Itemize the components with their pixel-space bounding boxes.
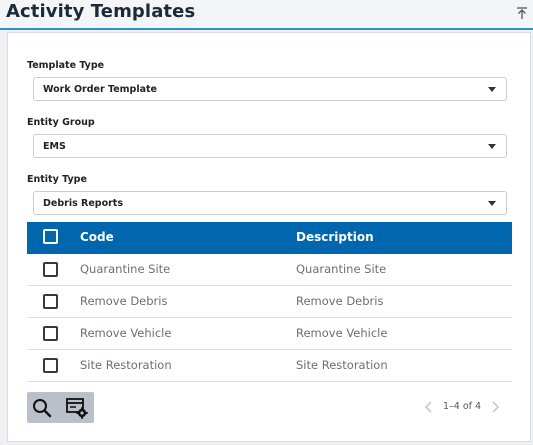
row-description: Remove Debris <box>296 294 384 308</box>
row-checkbox[interactable] <box>43 294 58 309</box>
entity-group-label: Entity Group <box>27 117 95 128</box>
chevron-right-icon[interactable] <box>489 400 501 414</box>
chevron-down-icon <box>488 144 496 149</box>
table-row[interactable]: Remove Debris Remove Debris <box>27 286 512 318</box>
row-code: Site Restoration <box>80 358 172 372</box>
entity-type-label: Entity Type <box>27 174 87 185</box>
row-checkbox[interactable] <box>43 358 58 373</box>
row-code: Remove Debris <box>80 294 168 308</box>
table-header: Code Description <box>27 222 512 254</box>
entity-type-select[interactable]: Debris Reports <box>33 191 507 215</box>
table-row[interactable]: Quarantine Site Quarantine Site <box>27 254 512 286</box>
table-row[interactable]: Remove Vehicle Remove Vehicle <box>27 318 512 350</box>
template-type-value: Work Order Template <box>43 84 157 95</box>
entity-group-select[interactable]: EMS <box>33 134 507 158</box>
entity-type-value: Debris Reports <box>43 198 123 209</box>
header-bar: Activity Templates <box>0 0 533 30</box>
row-code: Remove Vehicle <box>80 326 172 340</box>
row-description: Site Restoration <box>296 358 388 372</box>
entity-group-value: EMS <box>43 141 66 152</box>
collapse-up-icon[interactable] <box>515 6 529 20</box>
chevron-down-icon <box>488 201 496 206</box>
page-title: Activity Templates <box>6 1 196 22</box>
row-description: Quarantine Site <box>296 262 387 276</box>
pager-text: 1–4 of 4 <box>443 401 482 412</box>
table-row[interactable]: Site Restoration Site Restoration <box>27 350 512 382</box>
column-header-code[interactable]: Code <box>80 230 114 244</box>
template-type-select[interactable]: Work Order Template <box>33 77 507 101</box>
chevron-down-icon <box>488 87 496 92</box>
row-description: Remove Vehicle <box>296 326 388 340</box>
table-settings-icon[interactable] <box>64 395 90 421</box>
column-header-description[interactable]: Description <box>296 230 374 244</box>
table-toolbar <box>27 392 94 423</box>
row-code: Quarantine Site <box>80 262 171 276</box>
select-all-checkbox[interactable] <box>43 229 58 244</box>
search-icon[interactable] <box>29 395 55 421</box>
row-checkbox[interactable] <box>43 262 58 277</box>
chevron-left-icon[interactable] <box>423 400 435 414</box>
row-checkbox[interactable] <box>43 326 58 341</box>
template-type-label: Template Type <box>27 60 105 71</box>
